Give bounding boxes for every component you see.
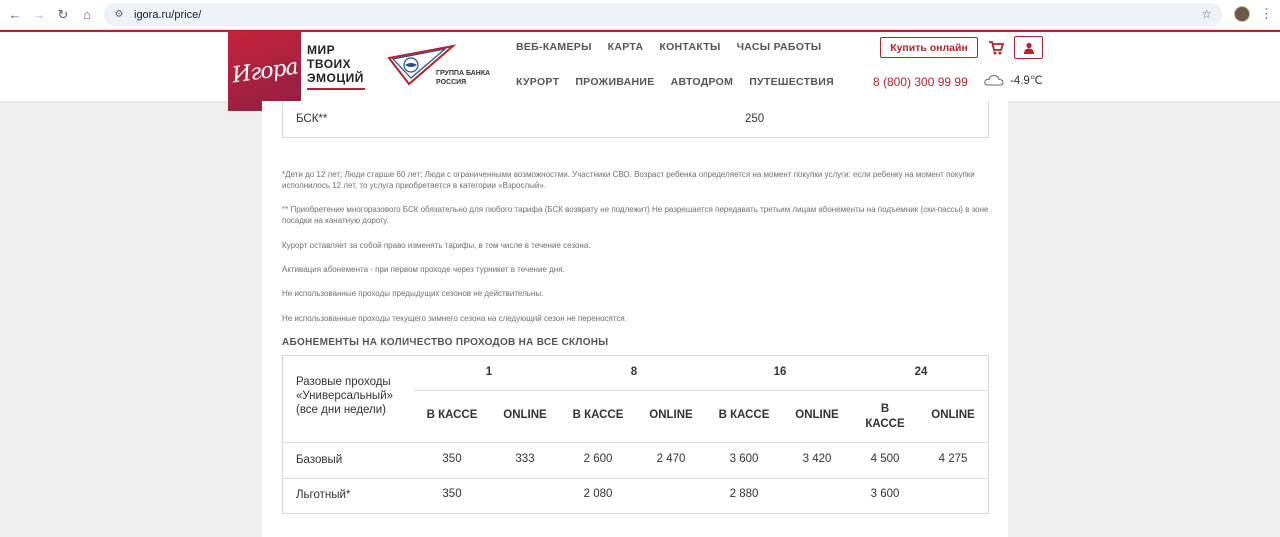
nav-map[interactable]: КАРТА xyxy=(608,41,644,53)
browser-menu-icon[interactable]: ⋮ xyxy=(1260,6,1273,22)
bsk-value: 250 xyxy=(745,113,765,125)
bsk-label: БСК** xyxy=(296,113,328,125)
row-basic-cell: 4 275 xyxy=(938,453,968,465)
nav-webcams[interactable]: ВЕБ-КАМЕРЫ xyxy=(516,41,592,53)
account-button[interactable] xyxy=(1014,36,1043,59)
row-discount-cell: 2 080 xyxy=(583,488,613,500)
note-current-season: Не использованные проходы текущего зимне… xyxy=(282,314,627,323)
row-discount-cell: 2 880 xyxy=(729,488,759,500)
nav-contacts[interactable]: КОНТАКТЫ xyxy=(659,41,720,53)
nav-travel[interactable]: ПУТЕШЕСТВИЯ xyxy=(749,76,834,88)
subheader-cashier-24: В КАССЕ xyxy=(865,403,905,430)
nav-hours[interactable]: ЧАСЫ РАБОТЫ xyxy=(737,41,822,53)
passes-section-title: АБОНЕМЕНТЫ НА КОЛИЧЕСТВО ПРОХОДОВ НА ВСЕ… xyxy=(282,337,609,348)
note-tariff-change: Курорт оставляет за собой право изменять… xyxy=(282,241,591,250)
price-content: БСК** 250 *Дети до 12 лет; Люди старше 6… xyxy=(262,101,1008,537)
note-age-categories: *Дети до 12 лет; Люди старше 60 лет; Люд… xyxy=(282,170,975,190)
bookmark-star-icon[interactable]: ☆ xyxy=(1201,7,1212,21)
address-bar[interactable]: ⚙ igora.ru/price/ ☆ xyxy=(104,3,1222,26)
home-icon[interactable]: ⌂ xyxy=(78,6,96,24)
bank-caption-line-2: РОССИЯ xyxy=(436,79,467,86)
nav-bottom: КУРОРТ ПРОЖИВАНИЕ АВТОДРОМ ПУТЕШЕСТВИЯ xyxy=(516,76,834,88)
note-previous-seasons: Не использованные проходы предыдущих сез… xyxy=(282,289,544,298)
row-basic-label: Базовый xyxy=(296,454,343,466)
row-basic-cell: 2 470 xyxy=(656,453,686,465)
back-icon[interactable]: ← xyxy=(6,6,24,24)
row-discount-cell: 350 xyxy=(442,488,462,500)
corner-label-line-1: Разовые проходы xyxy=(296,376,391,388)
cloud-icon xyxy=(984,74,1004,86)
row-basic-cell: 2 600 xyxy=(583,453,613,465)
url-text[interactable]: igora.ru/price/ xyxy=(134,9,201,21)
passes-table: Разовые проходы «Универсальный» (все дни… xyxy=(282,355,989,514)
row-basic-cell: 4 500 xyxy=(870,453,900,465)
row-basic-cell: 3 600 xyxy=(729,453,759,465)
note-activation: Активация абонемента - при первом проход… xyxy=(282,265,565,274)
row-divider-2 xyxy=(283,478,989,479)
slogan-underline xyxy=(307,88,365,90)
subheader-cashier-8: В КАССЕ xyxy=(572,409,624,421)
subheader-online-8: ONLINE xyxy=(649,409,693,421)
nav-accommodation[interactable]: ПРОЖИВАНИЕ xyxy=(575,76,654,88)
bsk-table: БСК** 250 xyxy=(282,101,989,138)
buy-online-button[interactable]: Купить онлайн xyxy=(880,37,978,58)
corner-label-line-2: «Универсальный» xyxy=(296,390,394,402)
corner-label: Разовые проходы «Универсальный» (все дни… xyxy=(296,375,393,417)
site-settings-icon[interactable]: ⚙ xyxy=(112,8,126,22)
weather-widget: -4.9℃ xyxy=(984,73,1043,87)
subheader-online-24: ONLINE xyxy=(931,409,975,421)
row-discount-label: Льготный* xyxy=(296,489,351,501)
group-header-8: 8 xyxy=(630,366,638,378)
bank-caption-line-1: ГРУППА БАНКА xyxy=(436,70,491,77)
row-divider-1 xyxy=(283,442,989,443)
logo-script: Игора xyxy=(230,54,299,89)
subheader-cashier-16: В КАССЕ xyxy=(718,409,770,421)
site-header: Игора МИР ТВОИХ ЭМОЦИЙ ГРУППА БАНКА РОСС… xyxy=(0,30,1280,111)
row-discount-cell: 3 600 xyxy=(870,488,900,500)
temperature: -4.9℃ xyxy=(1010,75,1043,87)
header-divider xyxy=(413,390,989,391)
igora-logo[interactable]: Игора xyxy=(228,32,301,111)
nav-resort[interactable]: КУРОРТ xyxy=(516,76,559,88)
group-header-16: 16 xyxy=(773,366,787,378)
reload-icon[interactable]: ↻ xyxy=(54,6,72,24)
subheader-cashier-1: В КАССЕ xyxy=(426,409,478,421)
row-basic-cell: 350 xyxy=(442,453,462,465)
user-icon xyxy=(1023,42,1034,54)
phone-link[interactable]: 8 (800) 300 99 99 xyxy=(873,75,968,89)
profile-avatar[interactable] xyxy=(1234,6,1250,22)
cart-icon[interactable] xyxy=(988,40,1005,56)
nav-autodrome[interactable]: АВТОДРОМ xyxy=(671,76,734,88)
row-basic-cell: 3 420 xyxy=(802,453,832,465)
nav-top: ВЕБ-КАМЕРЫ КАРТА КОНТАКТЫ ЧАСЫ РАБОТЫ xyxy=(516,41,821,53)
slogan-line-3: ЭМОЦИЙ xyxy=(307,71,364,85)
bank-caption: ГРУППА БАНКА РОССИЯ xyxy=(436,69,490,87)
subheader-online-16: ONLINE xyxy=(795,409,839,421)
group-header-1: 1 xyxy=(485,366,493,378)
group-header-24: 24 xyxy=(914,366,928,378)
corner-label-line-3: (все дни недели) xyxy=(296,404,387,416)
subheader-online-1: ONLINE xyxy=(503,409,547,421)
note-bsk: ** Приобретение многоразового БСК обязат… xyxy=(282,205,989,225)
slogan-line-1: МИР xyxy=(307,43,336,57)
slogan: МИР ТВОИХ ЭМОЦИЙ xyxy=(307,43,365,90)
browser-toolbar: ← → ↻ ⌂ ⚙ igora.ru/price/ ☆ ⋮ xyxy=(0,0,1280,30)
row-basic-cell: 333 xyxy=(515,453,535,465)
forward-icon[interactable]: → xyxy=(30,6,48,24)
slogan-line-2: ТВОИХ xyxy=(307,57,352,71)
